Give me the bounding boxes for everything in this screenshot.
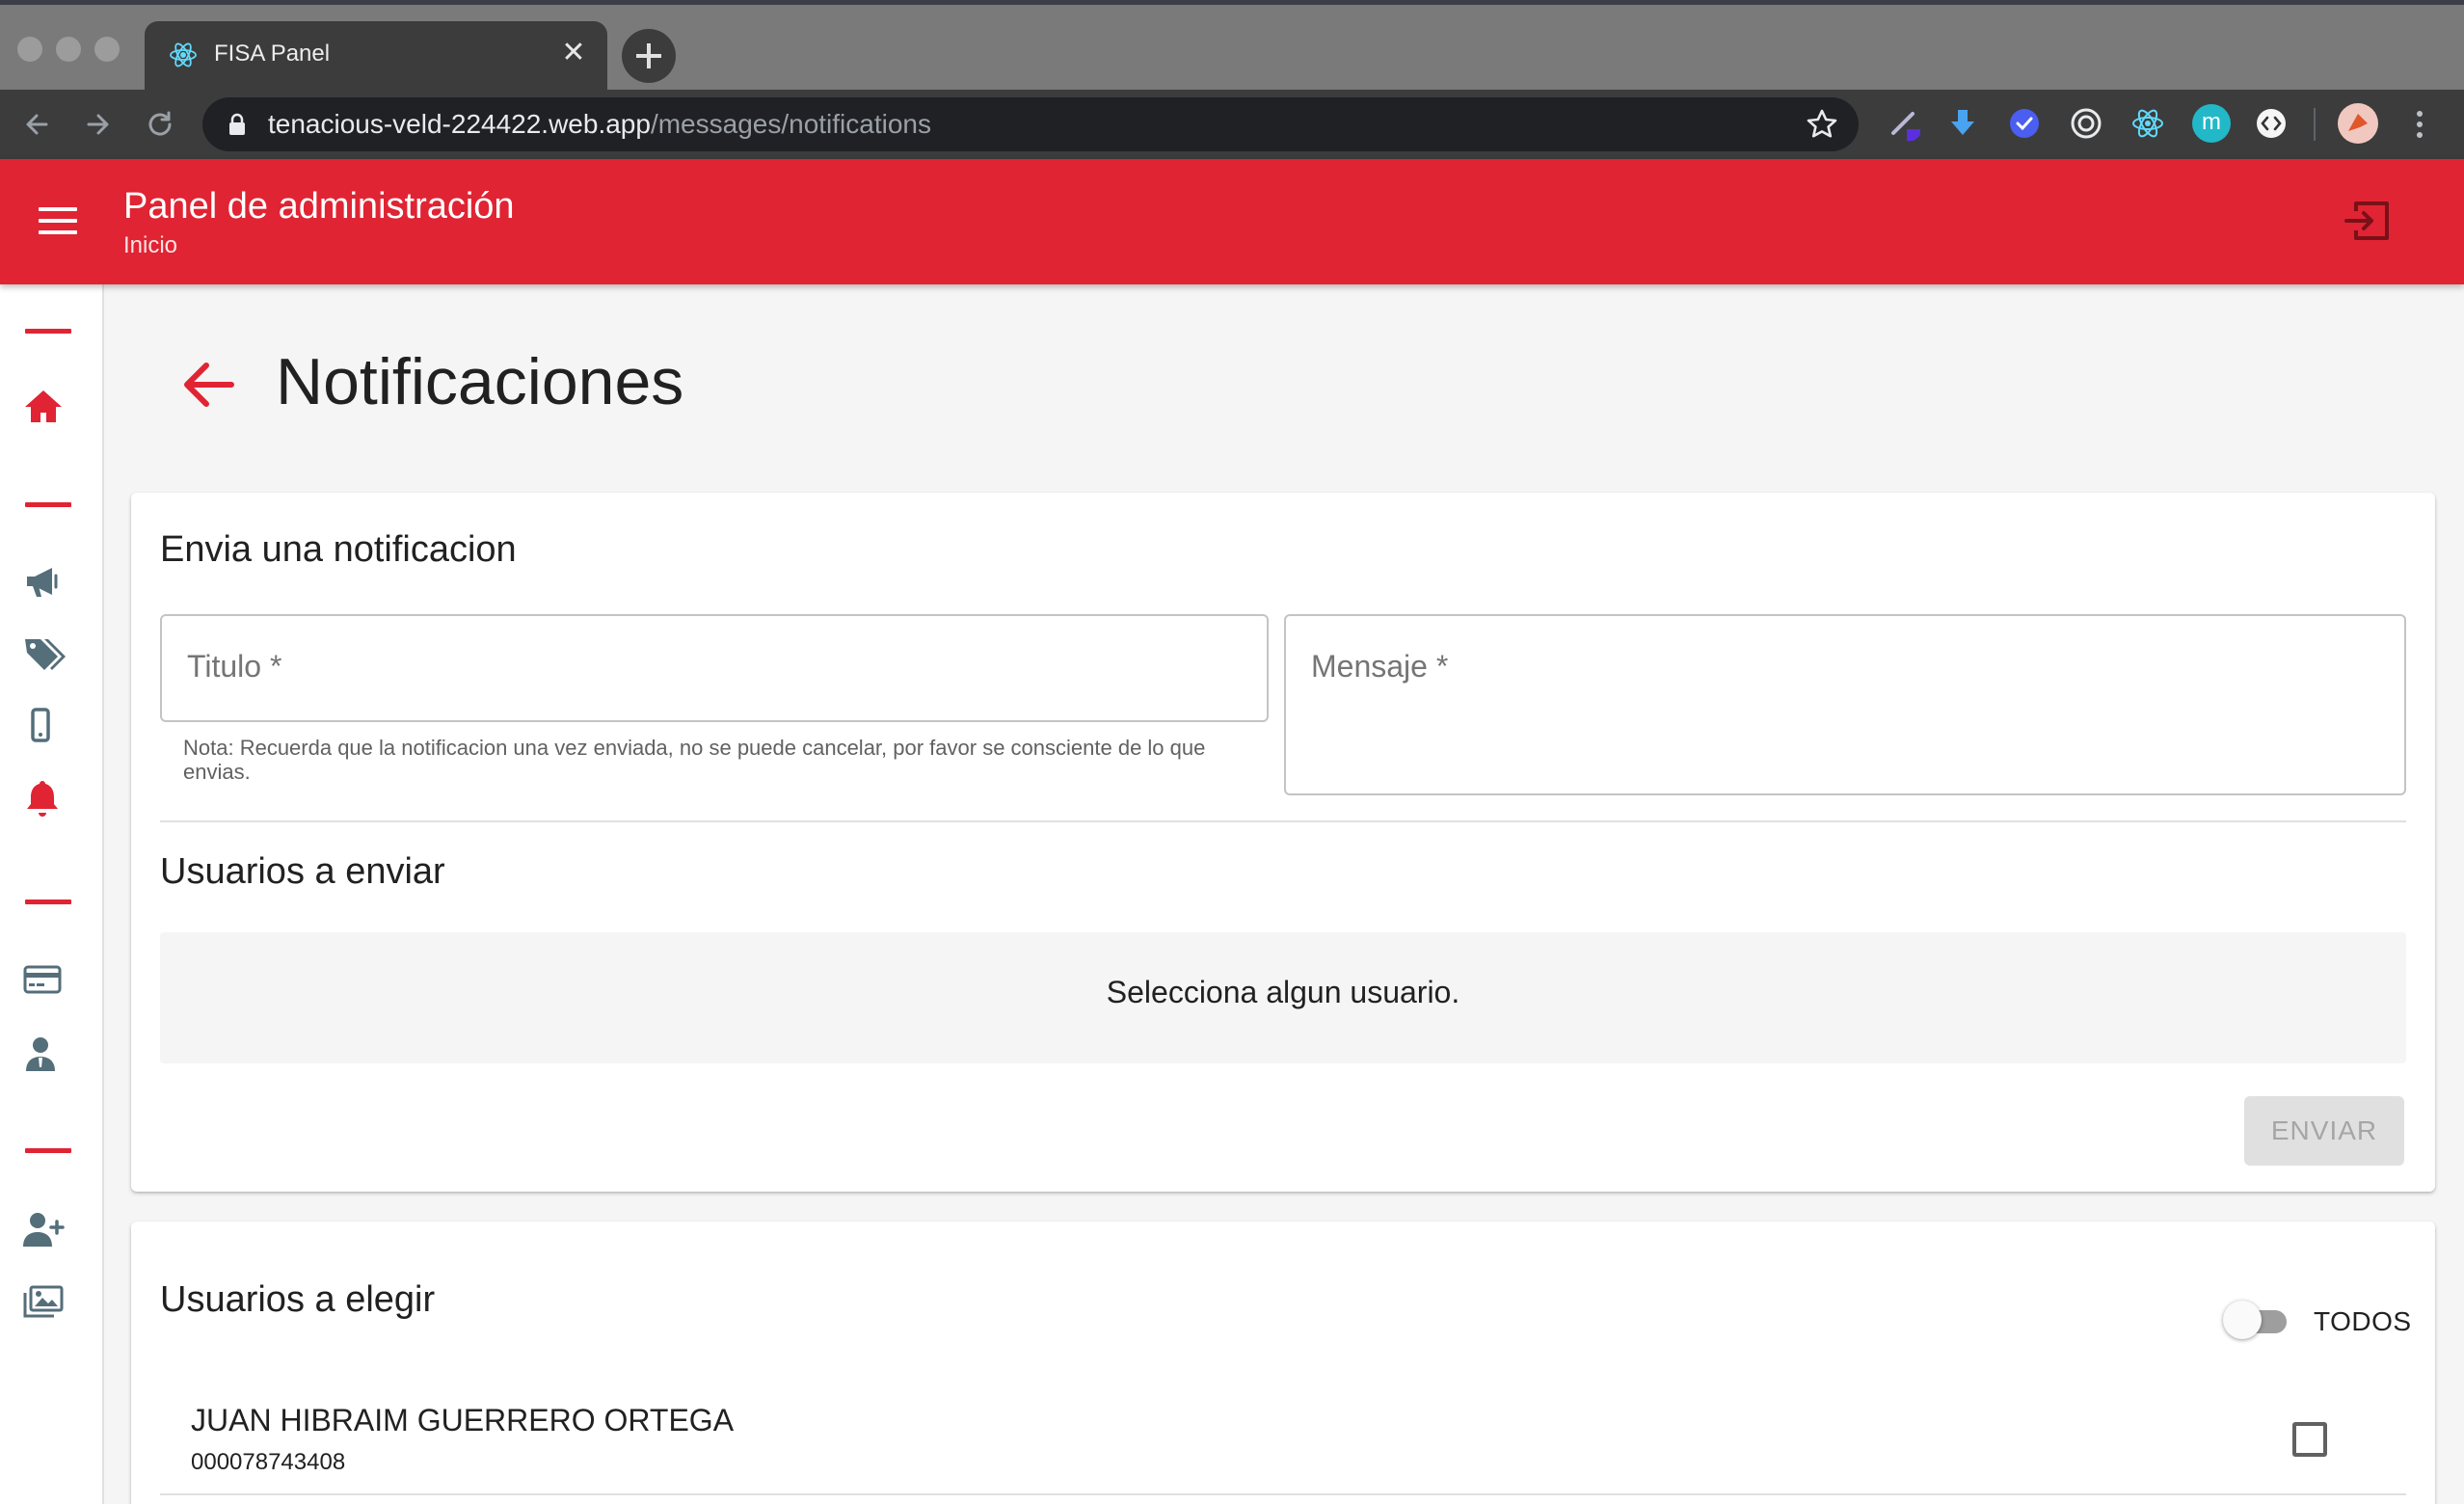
choose-users-card: Usuarios a elegir TODOS JUAN HIBRAIM GUE… — [131, 1222, 2435, 1504]
helper-note: Nota: Recuerda que la notificacion una v… — [183, 736, 1206, 784]
user-name: JUAN HIBRAIM GUERRERO ORTEGA — [191, 1403, 735, 1437]
window-minimize-dot[interactable] — [56, 37, 81, 62]
window-maximize-dot[interactable] — [94, 37, 120, 62]
back-arrow-icon[interactable] — [177, 354, 239, 416]
lock-icon — [229, 113, 245, 135]
toolbar-separator — [2314, 108, 2316, 141]
user-checkbox[interactable] — [2292, 1422, 2327, 1457]
target-extension-icon[interactable] — [2067, 104, 2105, 143]
code-extension-icon[interactable] — [2252, 104, 2290, 143]
sidebar-separator — [25, 502, 71, 507]
send-notification-card: Envia una notificacion Titulo * Nota: Re… — [131, 493, 2435, 1192]
profile-avatar-icon[interactable] — [2337, 102, 2379, 145]
recipients-heading: Usuarios a enviar — [160, 851, 445, 892]
browser-tab-strip: FISA Panel ✕ — [0, 0, 2464, 90]
sidebar-separator — [25, 329, 71, 334]
reload-icon[interactable] — [141, 105, 179, 144]
react-icon — [170, 42, 197, 67]
title-placeholder: Titulo * — [187, 649, 282, 684]
browser-menu-icon[interactable] — [2414, 108, 2425, 141]
select-all-toggle[interactable] — [2223, 1299, 2294, 1341]
window-close-dot[interactable] — [17, 37, 42, 62]
m-extension-icon[interactable]: m — [2192, 104, 2231, 143]
toggle-thumb — [2223, 1301, 2262, 1339]
new-tab-button[interactable] — [622, 29, 676, 83]
browser-tab-active[interactable]: FISA Panel ✕ — [145, 21, 607, 90]
section-divider — [160, 820, 2406, 822]
logout-icon[interactable] — [2343, 198, 2393, 244]
megaphone-icon[interactable] — [21, 560, 66, 604]
app-title: Panel de administración — [123, 186, 515, 227]
app-header: Panel de administración Inicio — [0, 159, 2464, 284]
user-plus-icon[interactable] — [21, 1208, 66, 1252]
url-path: /messages/notifications — [650, 109, 931, 139]
main-content: Notificaciones Envia una notificacion Ti… — [104, 284, 2464, 1504]
check-extension-icon[interactable] — [2005, 104, 2044, 143]
selected-users-box: Selecciona algun usuario. — [160, 932, 2406, 1063]
bookmark-star-icon[interactable] — [1805, 107, 1839, 142]
tab-close-icon[interactable]: ✕ — [557, 37, 590, 69]
pen-extension-icon[interactable] — [1886, 104, 1924, 143]
send-notification-heading: Envia una notificacion — [160, 529, 517, 570]
react-devtools-icon[interactable] — [2129, 104, 2167, 143]
tags-icon[interactable] — [21, 631, 66, 676]
credit-card-icon[interactable] — [21, 959, 66, 1004]
choose-users-heading: Usuarios a elegir — [160, 1279, 436, 1320]
page-title: Notificaciones — [276, 345, 684, 418]
select-all-label: TODOS — [2314, 1306, 2412, 1336]
url-host: tenacious-veld-224422.web.app — [268, 109, 651, 139]
row-divider — [160, 1493, 2406, 1495]
mobile-phone-icon[interactable] — [21, 705, 66, 749]
app-breadcrumb: Inicio — [123, 232, 178, 258]
user-tie-icon[interactable] — [21, 1033, 66, 1077]
sidebar — [0, 284, 104, 1504]
images-icon[interactable] — [21, 1281, 66, 1326]
address-bar[interactable]: tenacious-veld-224422.web.app/messages/n… — [202, 97, 1859, 151]
empty-selection-text: Selecciona algun usuario. — [1106, 975, 1460, 1009]
sidebar-separator — [25, 900, 71, 904]
sidebar-separator — [25, 1148, 71, 1153]
message-placeholder: Mensaje * — [1311, 649, 1449, 684]
forward-nav-icon[interactable] — [79, 105, 118, 144]
home-icon[interactable] — [21, 385, 66, 429]
url-text: tenacious-veld-224422.web.app/messages/n… — [268, 109, 931, 140]
bell-icon[interactable] — [21, 778, 66, 822]
title-input[interactable]: Titulo * — [160, 614, 1269, 722]
send-button[interactable]: ENVIAR — [2244, 1096, 2404, 1166]
user-id: 000078743408 — [191, 1449, 346, 1475]
message-textarea[interactable]: Mensaje * — [1284, 614, 2406, 795]
download-extension-icon[interactable] — [1943, 104, 1982, 143]
back-nav-icon[interactable] — [17, 105, 56, 144]
hamburger-menu-icon[interactable] — [39, 207, 77, 238]
window-top-edge — [0, 0, 2464, 5]
tab-title: FISA Panel — [214, 40, 331, 67]
